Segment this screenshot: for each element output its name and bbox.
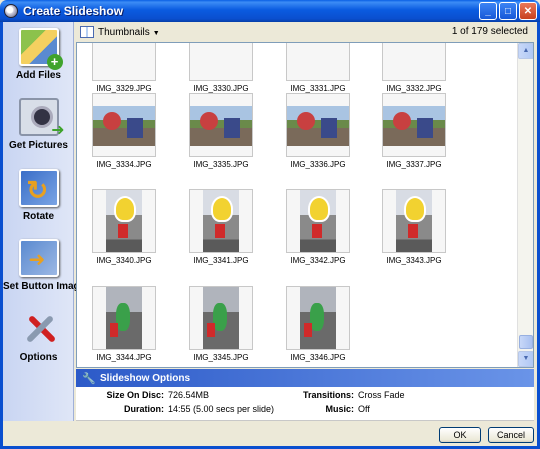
rotate-icon — [18, 169, 59, 207]
thumbnail-item[interactable]: IMG_3335.JPG — [176, 93, 266, 169]
thumbnail-image — [382, 189, 446, 253]
scrollbar-thumb[interactable] — [519, 335, 533, 349]
view-mode-dropdown[interactable]: Thumbnails ▼ — [98, 27, 160, 38]
app-icon — [4, 4, 18, 18]
thumbnail-item[interactable]: IMG_3330.JPG — [176, 43, 266, 93]
thumbnail-filename: IMG_3332.JPG — [386, 84, 442, 93]
thumbnail-image — [189, 286, 253, 350]
thumbnail-image — [189, 93, 253, 157]
thumbnail-filename: IMG_3337.JPG — [386, 160, 442, 169]
thumbnail-filename: IMG_3336.JPG — [290, 160, 346, 169]
window-title: Create Slideshow — [23, 4, 124, 18]
thumbnail-filename: IMG_3335.JPG — [193, 160, 249, 169]
thumbnail-item[interactable]: IMG_3344.JPG — [79, 286, 169, 362]
thumbnail-item[interactable]: IMG_3332.JPG — [369, 43, 459, 93]
close-button[interactable]: ✕ — [519, 2, 537, 20]
thumbnail-filename: IMG_3330.JPG — [193, 84, 249, 93]
thumbnail-item[interactable]: IMG_3337.JPG — [369, 93, 459, 169]
minimize-button[interactable]: _ — [479, 2, 497, 20]
thumbnail-item[interactable]: IMG_3329.JPG — [79, 43, 169, 93]
options-button[interactable]: Options — [3, 310, 74, 372]
thumbnail-filename: IMG_3344.JPG — [96, 353, 152, 362]
maximize-icon: □ — [504, 5, 512, 17]
window-controls: _ □ ✕ — [479, 2, 537, 20]
thumbnail-item[interactable]: IMG_3341.JPG — [176, 189, 266, 265]
thumbnail-filename: IMG_3331.JPG — [290, 84, 346, 93]
title-bar: Create Slideshow _ □ ✕ — [0, 0, 540, 22]
thumbnail-image — [92, 286, 156, 350]
thumbnail-image — [189, 43, 253, 81]
thumbnail-image — [286, 189, 350, 253]
thumbnail-view[interactable]: IMG_3329.JPG IMG_3330.JPG IMG_3331.JPG IMG_… — [76, 42, 534, 368]
scroll-down-button[interactable]: ▼ — [518, 351, 533, 367]
add-files-icon — [18, 28, 63, 70]
thumbnail-filename: IMG_3343.JPG — [386, 256, 442, 265]
thumbnail-item[interactable]: IMG_3331.JPG — [273, 43, 363, 93]
dialog-footer: OK Cancel — [3, 421, 537, 446]
thumbnail-filename: IMG_3346.JPG — [290, 353, 346, 362]
thumbnail-grid: IMG_3329.JPG IMG_3330.JPG IMG_3331.JPG IMG_… — [77, 43, 518, 367]
slideshow-options-panel: Size On Disc: 726.54MB Duration: 14:55 (… — [76, 387, 534, 421]
get-pictures-button[interactable]: Get Pictures — [3, 98, 74, 160]
music-value: Off — [358, 404, 370, 414]
music-label: Music: — [325, 404, 354, 414]
thumbnail-image — [286, 286, 350, 350]
slideshow-options-title: Slideshow Options — [100, 372, 191, 384]
slideshow-options-header[interactable]: 🔧 Slideshow Options — [76, 369, 534, 387]
thumbnail-image — [286, 43, 350, 81]
thumbnail-item[interactable]: IMG_3334.JPG — [79, 93, 169, 169]
thumbnail-item[interactable]: IMG_3340.JPG — [79, 189, 169, 265]
thumbnail-image — [189, 189, 253, 253]
size-on-disc-label: Size On Disc: — [106, 390, 164, 400]
duration-value: 14:55 (5.00 secs per slide) — [168, 404, 275, 414]
transitions-label: Transitions: — [302, 390, 354, 400]
thumbnail-filename: IMG_3334.JPG — [96, 160, 152, 169]
set-button-image-icon — [18, 239, 59, 277]
wrench-icon: 🔧 — [82, 372, 96, 385]
minimize-icon: _ — [485, 5, 491, 17]
add-files-label: Add Files — [15, 70, 61, 81]
get-pictures-label: Get Pictures — [9, 140, 68, 151]
thumbnail-filename: IMG_3329.JPG — [96, 84, 152, 93]
add-files-button[interactable]: Add Files — [3, 28, 74, 90]
thumbnail-filename: IMG_3342.JPG — [290, 256, 346, 265]
thumbnail-item[interactable]: IMG_3342.JPG — [273, 189, 363, 265]
thumbnail-filename: IMG_3340.JPG — [96, 256, 152, 265]
vertical-scrollbar[interactable]: ▲ ▼ — [517, 43, 533, 367]
thumbnail-image — [382, 43, 446, 81]
cancel-button[interactable]: Cancel — [488, 427, 534, 443]
toolbar: Thumbnails ▼ 1 of 179 selected — [76, 22, 534, 42]
thumbnail-item[interactable]: IMG_3336.JPG — [273, 93, 363, 169]
close-icon: ✕ — [523, 5, 533, 17]
thumbnail-filename: IMG_3345.JPG — [193, 353, 249, 362]
chevron-down-icon: ▼ — [152, 29, 160, 37]
thumbnail-item[interactable]: IMG_3346.JPG — [273, 286, 363, 362]
rotate-label: Rotate — [22, 211, 55, 222]
thumbnails-view-icon — [80, 26, 94, 38]
thumbnail-item[interactable]: IMG_3343.JPG — [369, 189, 459, 265]
scroll-up-button[interactable]: ▲ — [518, 43, 533, 59]
set-button-image-button[interactable]: Set Button Image — [3, 239, 86, 301]
set-button-image-label: Set Button Image — [3, 281, 86, 292]
ok-button[interactable]: OK — [439, 427, 481, 443]
thumbnail-image — [286, 93, 350, 157]
rotate-button[interactable]: Rotate — [3, 169, 74, 231]
thumbnail-image — [92, 43, 156, 81]
camera-icon — [18, 98, 65, 140]
transitions-value: Cross Fade — [358, 390, 405, 400]
size-on-disc-value: 726.54MB — [168, 390, 210, 400]
thumbnail-item[interactable]: IMG_3345.JPG — [176, 286, 266, 362]
options-label: Options — [19, 352, 58, 363]
tools-icon — [19, 310, 59, 348]
thumbnail-image — [92, 93, 156, 157]
thumbnail-image — [92, 189, 156, 253]
sidebar: Add Files Get Pictures Rotate Set Button… — [3, 22, 86, 421]
thumbnail-filename: IMG_3341.JPG — [193, 256, 249, 265]
maximize-button[interactable]: □ — [499, 2, 517, 20]
thumbnail-image — [382, 93, 446, 157]
view-mode-label: Thumbnails — [98, 26, 150, 38]
selection-count: 1 of 179 selected — [451, 26, 528, 37]
duration-label: Duration: — [124, 404, 164, 414]
